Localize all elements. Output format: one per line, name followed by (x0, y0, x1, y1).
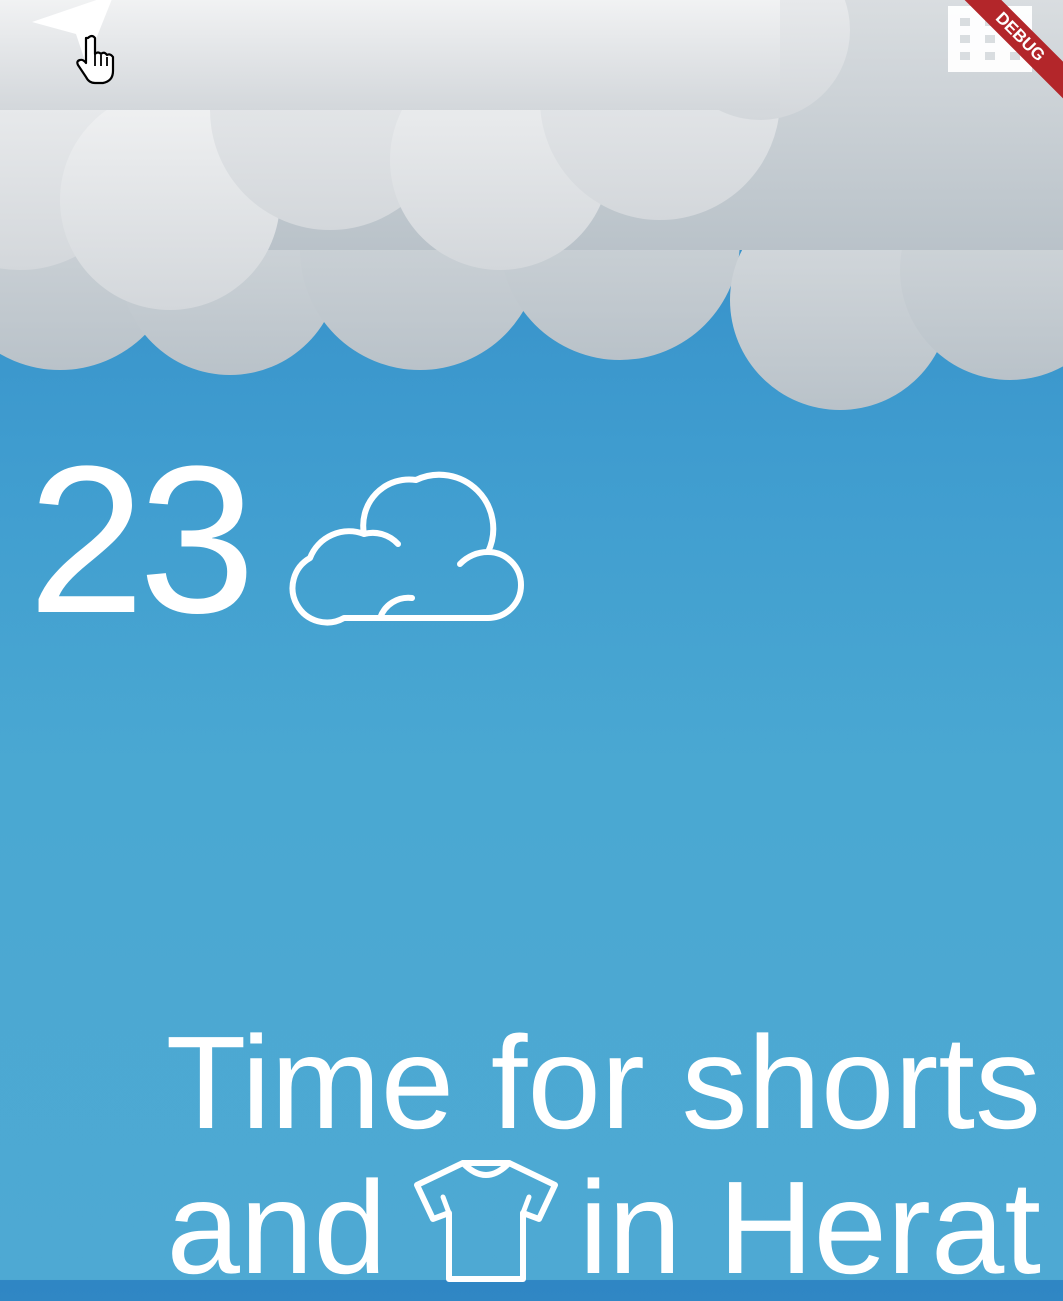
weather-screen: DEBUG 23 Time for shorts and in Herat (0, 0, 1063, 1300)
message-line-2-prefix: and (166, 1154, 387, 1301)
cloud-icon (289, 471, 524, 626)
clouds-sun-illustration (0, 0, 1063, 410)
weather-message: Time for shorts and in Herat (41, 1010, 1041, 1300)
temperature-value: 23 (28, 422, 256, 657)
t-shirt-icon (413, 1160, 558, 1282)
message-line-2: and in Herat (41, 1155, 1041, 1300)
message-line-1: Time for shorts (165, 1009, 1041, 1156)
message-line-2-suffix: in Herat (578, 1154, 1041, 1301)
hand-cursor-icon (76, 34, 115, 85)
debug-banner: DEBUG (943, 0, 1063, 120)
debug-label: DEBUG (950, 0, 1063, 107)
